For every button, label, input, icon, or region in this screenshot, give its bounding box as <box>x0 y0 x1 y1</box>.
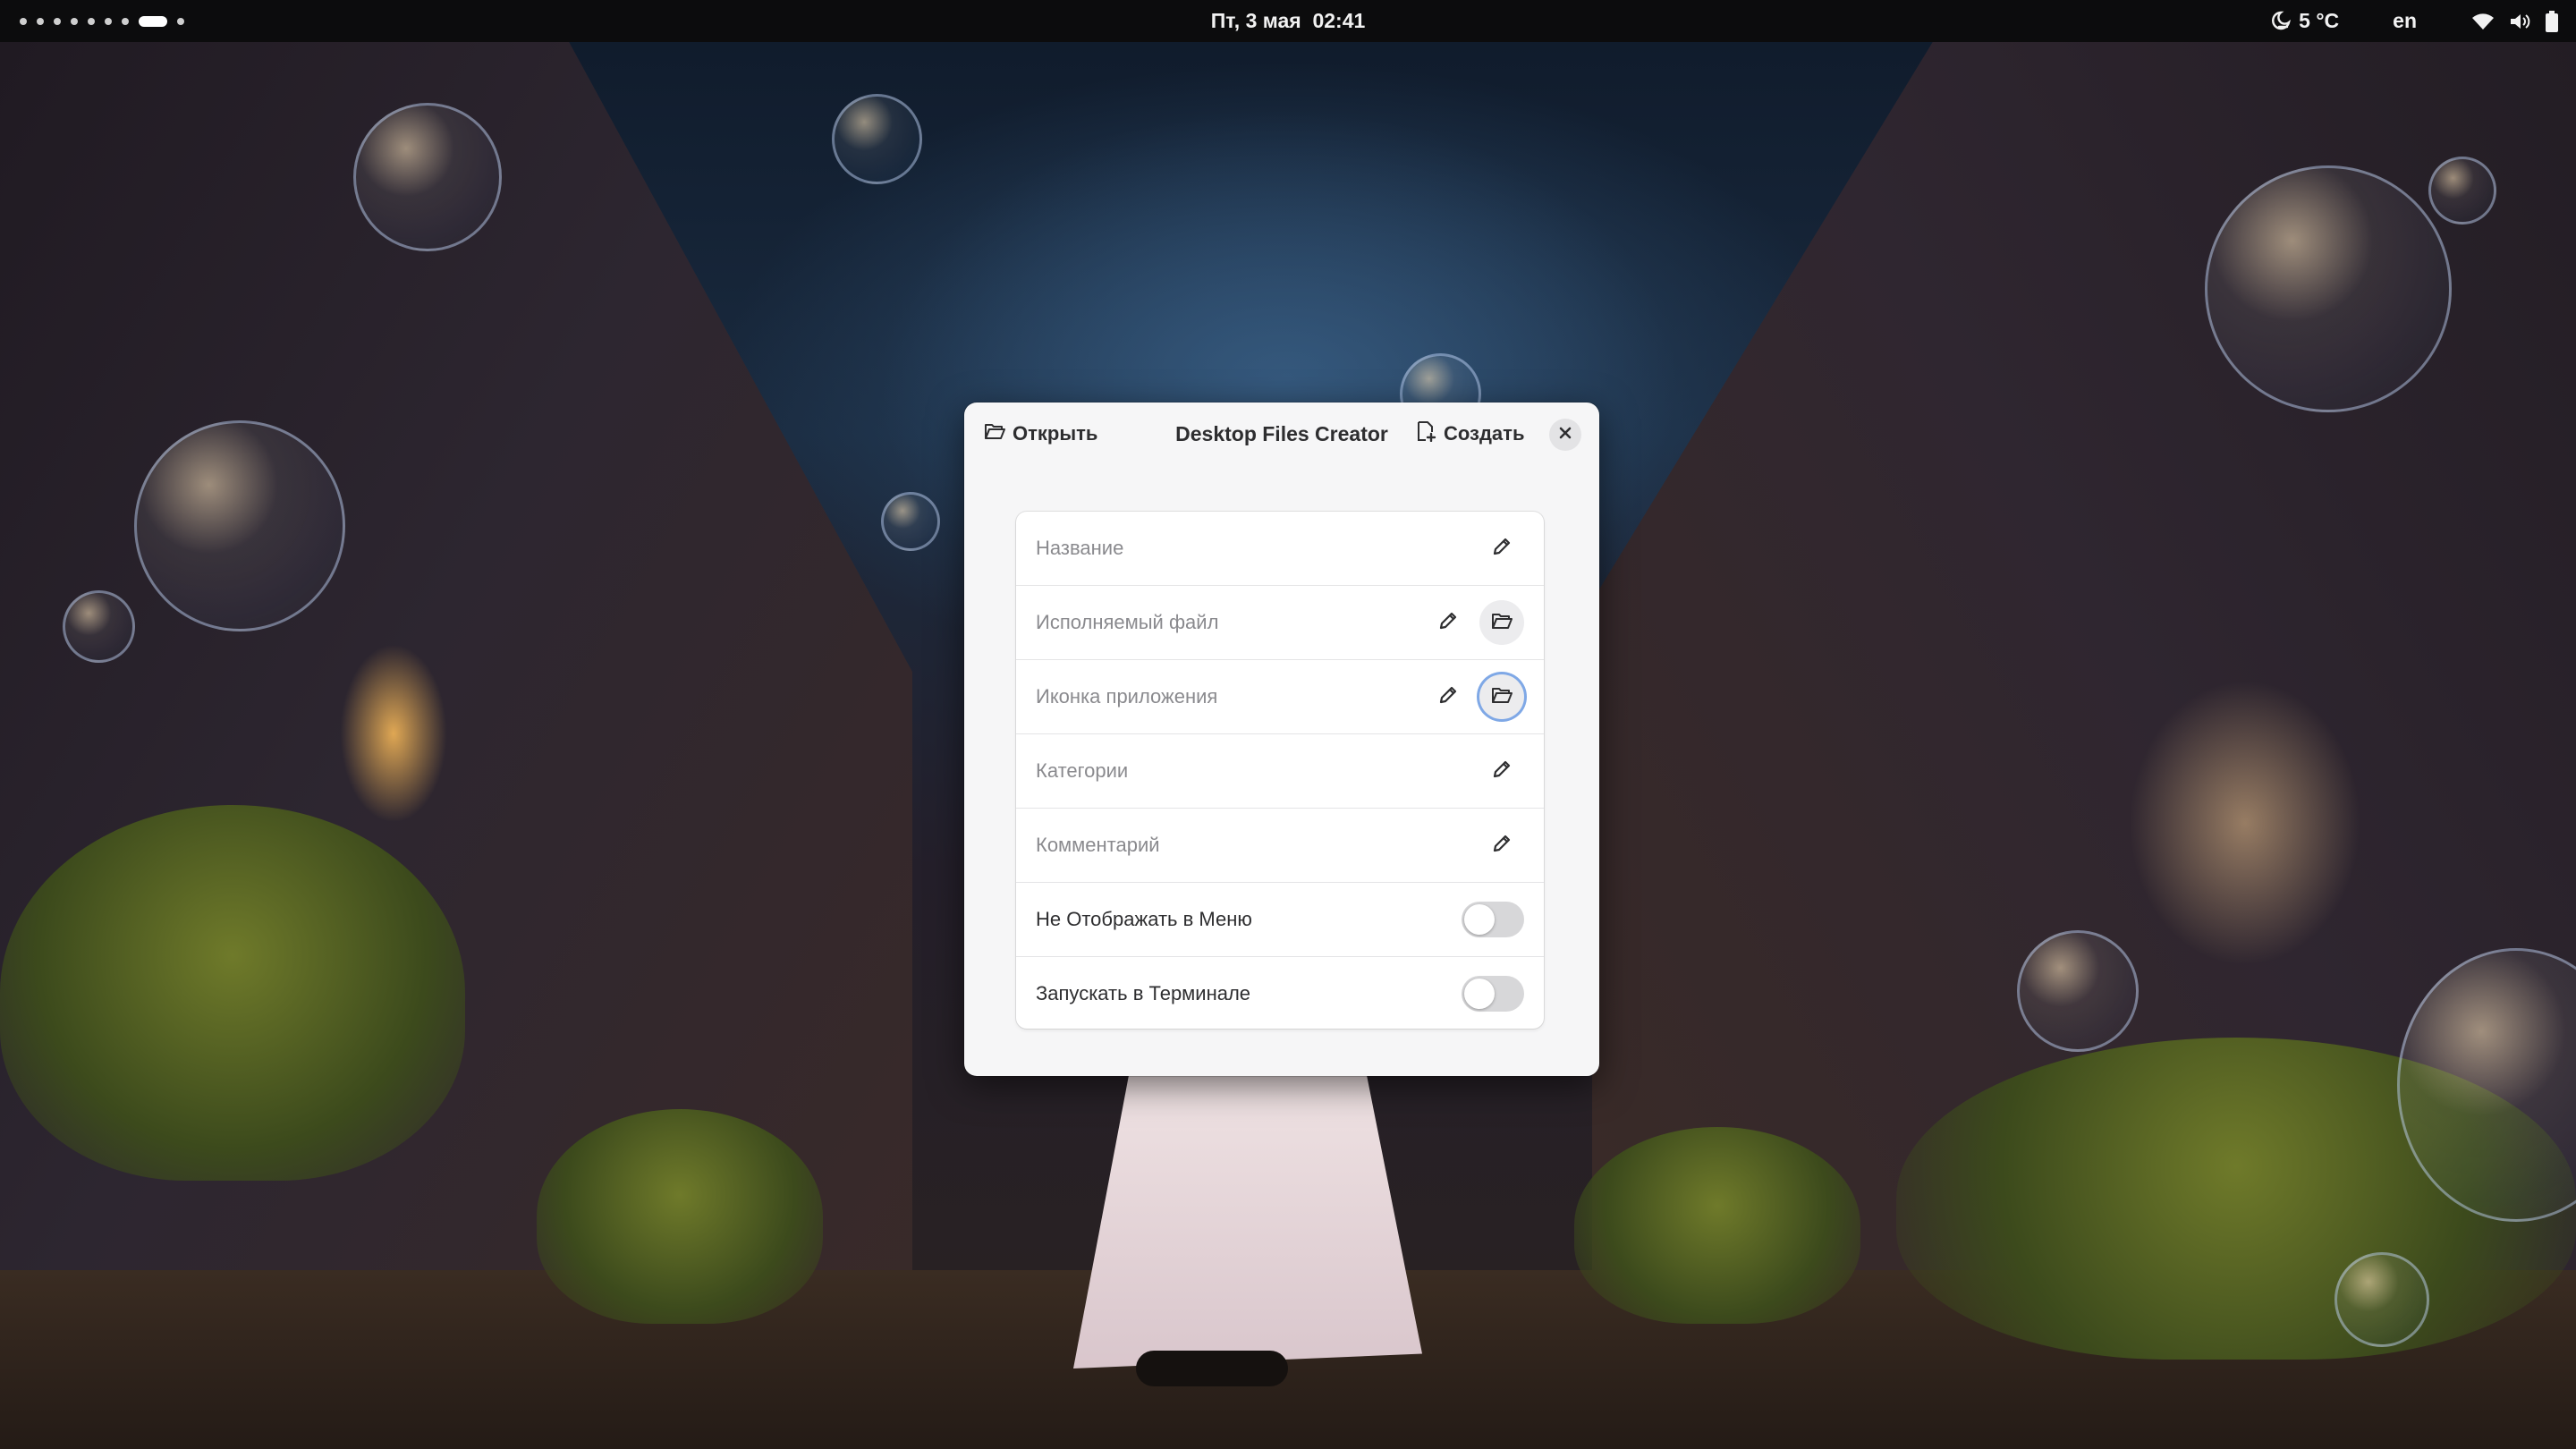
bubble <box>63 590 135 663</box>
edit-icon-button[interactable] <box>1426 674 1470 719</box>
bubble <box>832 94 922 184</box>
run-in-terminal-label: Запускать в Терминале <box>1036 982 1251 1004</box>
open-button[interactable]: Открыть <box>977 414 1105 453</box>
edit-icon <box>1491 758 1513 784</box>
edit-name-button[interactable] <box>1479 526 1524 571</box>
name-field-placeholder: Название <box>1036 537 1124 559</box>
desktop-files-creator-window: Открыть Desktop Files Creator Создать На… <box>964 402 1599 1076</box>
girl-dress <box>1073 1073 1422 1368</box>
temperature: 5 °C <box>2299 9 2340 32</box>
system-status-menu[interactable] <box>2470 10 2560 33</box>
create-button[interactable]: Создать <box>1408 414 1531 453</box>
name-field-row[interactable]: Название <box>1016 512 1544 586</box>
weather-indicator[interactable]: 5 °C <box>2268 9 2339 33</box>
edit-categories-button[interactable] <box>1479 749 1524 793</box>
bubble <box>2205 165 2452 412</box>
hide-in-menu-label: Не Отображать в Меню <box>1036 908 1252 930</box>
run-in-terminal-switch[interactable] <box>1462 976 1524 1012</box>
plant <box>537 1109 823 1324</box>
workspace-dot-active[interactable] <box>139 16 167 27</box>
hide-in-menu-switch[interactable] <box>1462 902 1524 937</box>
close-button[interactable] <box>1549 419 1581 451</box>
volume-icon <box>2508 11 2531 32</box>
switch-knob <box>1464 979 1495 1009</box>
girl-shoes <box>1136 1351 1288 1386</box>
icon-field-row[interactable]: Иконка приложения <box>1016 660 1544 734</box>
edit-comment-button[interactable] <box>1479 823 1524 868</box>
clock-area: Пт, 3 мая 02:41 <box>0 0 2576 42</box>
bubble <box>2428 157 2496 225</box>
folder-open-icon <box>984 421 1005 446</box>
system-tray: 5 °C en <box>2268 0 2560 42</box>
edit-icon <box>1491 833 1513 859</box>
bubble <box>2017 930 2139 1052</box>
window-title: Desktop Files Creator <box>1175 422 1388 445</box>
document-new-icon <box>1415 420 1436 447</box>
workspace-dot[interactable] <box>20 18 27 25</box>
lantern-glow <box>340 644 447 823</box>
workspace-dot[interactable] <box>54 18 61 25</box>
battery-icon <box>2544 10 2560 33</box>
executable-field-placeholder: Исполняемый файл <box>1036 611 1219 633</box>
browse-executable-button[interactable] <box>1479 600 1524 645</box>
desktop: Пт, 3 мая 02:41 5 °C en Открыть Desktop … <box>0 0 2576 1449</box>
icon-field-placeholder: Иконка приложения <box>1036 685 1218 708</box>
workspace-indicator[interactable] <box>20 16 184 27</box>
wifi-icon <box>2470 11 2496 32</box>
categories-field-placeholder: Категории <box>1036 759 1129 782</box>
plant <box>0 805 465 1181</box>
keyboard-layout[interactable]: en <box>2393 9 2417 33</box>
workspace-dot[interactable] <box>37 18 44 25</box>
folder-open-icon <box>1491 611 1513 635</box>
workspace-dot[interactable] <box>122 18 129 25</box>
switch-knob <box>1464 904 1495 935</box>
edit-icon <box>1437 610 1459 636</box>
comment-field-row[interactable]: Комментарий <box>1016 809 1544 883</box>
close-icon <box>1559 427 1572 444</box>
browse-icon-button[interactable] <box>1479 674 1524 719</box>
hide-in-menu-row: Не Отображать в Меню <box>1016 883 1544 957</box>
night-weather-icon <box>2268 10 2292 33</box>
executable-field-row[interactable]: Исполняемый файл <box>1016 586 1544 660</box>
folder-open-icon <box>1491 685 1513 709</box>
clock[interactable]: Пт, 3 мая 02:41 <box>1211 9 1366 32</box>
plant <box>1574 1127 1860 1324</box>
header-bar: Открыть Desktop Files Creator Создать <box>964 402 1599 465</box>
edit-icon <box>1437 684 1459 710</box>
bubble <box>881 492 940 551</box>
workspace-dot[interactable] <box>105 18 112 25</box>
run-in-terminal-row: Запускать в Терминале <box>1016 957 1544 1029</box>
workspace-dot[interactable] <box>88 18 95 25</box>
open-button-label: Открыть <box>1013 422 1098 445</box>
comment-field-placeholder: Комментарий <box>1036 834 1160 856</box>
bubble <box>134 420 345 631</box>
window-glow <box>2129 680 2361 966</box>
bubble <box>2334 1252 2429 1347</box>
workspace-dot[interactable] <box>177 18 184 25</box>
edit-executable-button[interactable] <box>1426 600 1470 645</box>
top-bar: Пт, 3 мая 02:41 5 °C en <box>0 0 2576 42</box>
settings-list: Название Исполняемый файл Иконка приложе… <box>1016 512 1544 1029</box>
edit-icon <box>1491 536 1513 562</box>
bubble <box>353 103 502 251</box>
workspace-dot[interactable] <box>71 18 78 25</box>
categories-field-row[interactable]: Категории <box>1016 734 1544 809</box>
create-button-label: Создать <box>1444 422 1525 445</box>
